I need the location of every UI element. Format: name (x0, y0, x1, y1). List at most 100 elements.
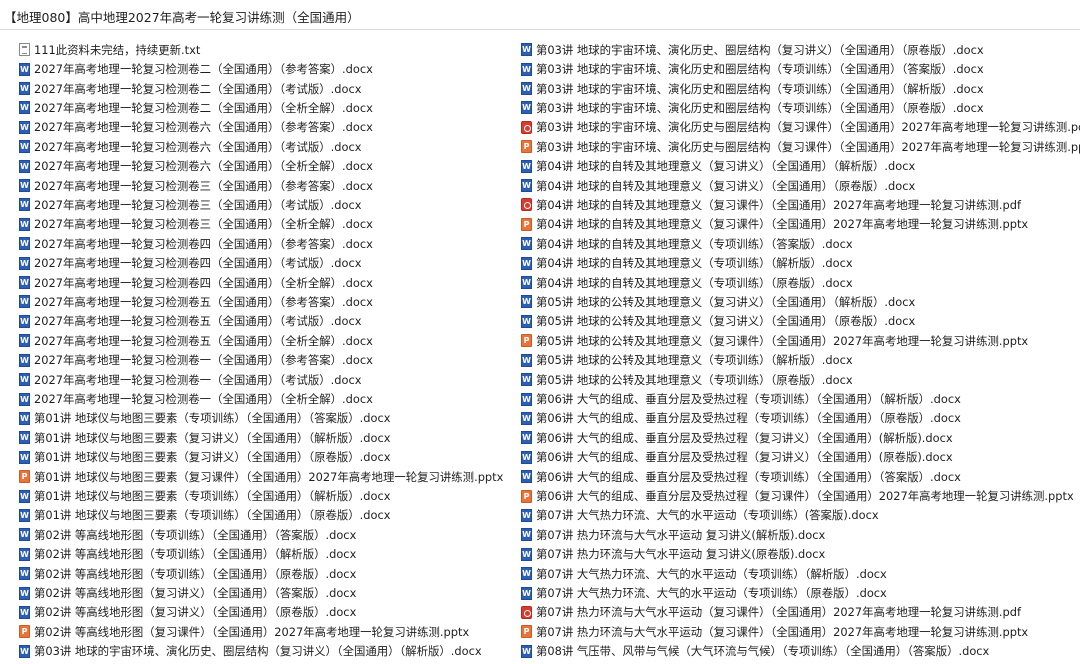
file-item[interactable]: 2027年高考地理一轮复习检测卷三（全国通用）（考试版）.docx (19, 195, 519, 214)
file-item[interactable]: 第04讲 地球的自转及其地理意义（复习讲义）（全国通用）（原卷版）.docx (521, 176, 1080, 195)
file-name: 第06讲 大气的组成、垂直分层及受热过程（复习讲义）（全国通用）(原卷版).do… (536, 450, 953, 465)
file-item[interactable]: 2027年高考地理一轮复习检测卷六（全国通用）（参考答案）.docx (19, 118, 519, 137)
file-item[interactable]: 2027年高考地理一轮复习检测卷一（全国通用）（考试版）.docx (19, 370, 519, 389)
docx-file-icon (19, 431, 30, 445)
file-item[interactable]: 第04讲 地球的自转及其地理意义（复习讲义）（全国通用）（解析版）.docx (521, 156, 1080, 175)
file-item[interactable]: 第06讲 大气的组成、垂直分层及受热过程（专项训练）（全国通用）（解析版）.do… (521, 389, 1080, 408)
file-item[interactable]: 2027年高考地理一轮复习检测卷一（全国通用）（全析全解）.docx (19, 389, 519, 408)
file-item[interactable]: 第07讲 热力环流与大气水平运动（复习课件）（全国通用）2027年高考地理一轮复… (521, 603, 1080, 622)
file-item[interactable]: 2027年高考地理一轮复习检测卷二（全国通用）（全析全解）.docx (19, 98, 519, 117)
file-item[interactable]: 第03讲 地球的宇宙环境、演化历史与圈层结构（复习课件）（全国通用）2027年高… (521, 118, 1080, 137)
file-item[interactable]: 2027年高考地理一轮复习检测卷四（全国通用）（参考答案）.docx (19, 234, 519, 253)
file-item[interactable]: 第05讲 地球的公转及其地理意义（专项训练）（解析版）.docx (521, 351, 1080, 370)
file-item[interactable]: 第03讲 地球的宇宙环境、演化历史和圈层结构（专项训练）（全国通用）（原卷版）.… (521, 98, 1080, 117)
file-item[interactable]: 第08讲 气压带、风带与气候（大气环流与气候）（专项训练）（全国通用）（答案版）… (521, 642, 1080, 661)
file-item[interactable]: 2027年高考地理一轮复习检测卷五（全国通用）（参考答案）.docx (19, 292, 519, 311)
file-item[interactable]: 第01讲 地球仪与地图三要素（专项训练）（全国通用）（解析版）.docx (19, 486, 519, 505)
docx-file-icon (19, 237, 30, 251)
file-name: 第05讲 地球的公转及其地理意义（复习讲义）（全国通用）（原卷版）.docx (536, 314, 916, 329)
file-item[interactable]: 第02讲 等高线地形图（复习讲义）（全国通用）（答案版）.docx (19, 583, 519, 602)
file-item[interactable]: 第03讲 地球的宇宙环境、演化历史和圈层结构（专项训练）（全国通用）（解析版）.… (521, 79, 1080, 98)
docx-file-icon (521, 237, 532, 251)
docx-file-icon (19, 508, 30, 522)
docx-file-icon (19, 605, 30, 619)
pptx-file-icon (19, 625, 30, 639)
file-name: 第06讲 大气的组成、垂直分层及受热过程（复习课件）（全国通用）2027年高考地… (536, 489, 1074, 504)
docx-file-icon (19, 528, 30, 542)
file-item[interactable]: 2027年高考地理一轮复习检测卷三（全国通用）（全析全解）.docx (19, 215, 519, 234)
file-item[interactable]: 第07讲 热力环流与大气水平运动 复习讲义(解析版).docx (521, 525, 1080, 544)
pptx-file-icon (19, 470, 30, 484)
file-item[interactable]: 第05讲 地球的公转及其地理意义（复习课件）（全国通用）2027年高考地理一轮复… (521, 331, 1080, 350)
file-name: 第04讲 地球的自转及其地理意义（复习课件）（全国通用）2027年高考地理一轮复… (536, 217, 1029, 232)
file-item[interactable]: 第03讲 地球的宇宙环境、演化历史和圈层结构（专项训练）（全国通用）（答案版）.… (521, 59, 1080, 78)
file-item[interactable]: 2027年高考地理一轮复习检测卷六（全国通用）（全析全解）.docx (19, 156, 519, 175)
file-item[interactable]: 第07讲 大气热力环流、大气的水平运动（专项训练）(答案版).docx (521, 506, 1080, 525)
file-item[interactable]: 第04讲 地球的自转及其地理意义（专项训练）（解析版）.docx (521, 253, 1080, 272)
file-item[interactable]: 第01讲 地球仪与地图三要素（专项训练）（全国通用）（原卷版）.docx (19, 506, 519, 525)
file-name: 第01讲 地球仪与地图三要素（专项训练）（全国通用）（答案版）.docx (34, 411, 391, 426)
file-name: 第01讲 地球仪与地图三要素（专项训练）（全国通用）（原卷版）.docx (34, 508, 391, 523)
docx-file-icon (19, 411, 30, 425)
file-item[interactable]: 第02讲 等高线地形图（专项训练）（全国通用）（原卷版）.docx (19, 564, 519, 583)
file-item[interactable]: 第07讲 大气热力环流、大气的水平运动（专项训练）（原卷版）.docx (521, 583, 1080, 602)
docx-file-icon (521, 62, 532, 76)
file-item[interactable]: 第02讲 等高线地形图（复习课件）（全国通用）2027年高考地理一轮复习讲练测.… (19, 622, 519, 641)
file-item[interactable]: 第01讲 地球仪与地图三要素（复习讲义）（全国通用）（原卷版）.docx (19, 448, 519, 467)
file-item[interactable]: 第05讲 地球的公转及其地理意义（专项训练）（原卷版）.docx (521, 370, 1080, 389)
file-item[interactable]: 第01讲 地球仪与地图三要素（复习课件）（全国通用）2027年高考地理一轮复习讲… (19, 467, 519, 486)
file-name: 第07讲 热力环流与大气水平运动 复习讲义(解析版).docx (536, 527, 826, 542)
file-item[interactable]: 第03讲 地球的宇宙环境、演化历史与圈层结构（复习课件）（全国通用）2027年高… (521, 137, 1080, 156)
file-name: 第07讲 热力环流与大气水平运动 复习讲义(原卷版).docx (536, 547, 826, 562)
file-name: 第02讲 等高线地形图（专项训练）（全国通用）（原卷版）.docx (34, 566, 357, 581)
file-item[interactable]: 2027年高考地理一轮复习检测卷五（全国通用）（全析全解）.docx (19, 331, 519, 350)
file-item[interactable]: 第06讲 大气的组成、垂直分层及受热过程（复习课件）（全国通用）2027年高考地… (521, 486, 1080, 505)
docx-file-icon (19, 567, 30, 581)
docx-file-icon (521, 392, 532, 406)
file-item[interactable]: 第05讲 地球的公转及其地理意义（复习讲义）（全国通用）（原卷版）.docx (521, 312, 1080, 331)
file-item[interactable]: 第04讲 地球的自转及其地理意义（复习课件）（全国通用）2027年高考地理一轮复… (521, 215, 1080, 234)
file-item[interactable]: 2027年高考地理一轮复习检测卷六（全国通用）（考试版）.docx (19, 137, 519, 156)
file-item[interactable]: 2027年高考地理一轮复习检测卷二（全国通用）（参考答案）.docx (19, 59, 519, 78)
file-item[interactable]: 第03讲 地球的宇宙环境、演化历史、圈层结构（复习讲义）（全国通用）（解析版）.… (19, 642, 519, 661)
file-item[interactable]: 第06讲 大气的组成、垂直分层及受热过程（专项训练）（全国通用）（原卷版）.do… (521, 409, 1080, 428)
file-item[interactable]: 第06讲 大气的组成、垂直分层及受热过程（复习讲义）（全国通用）(解析版).do… (521, 428, 1080, 447)
file-name: 第03讲 地球的宇宙环境、演化历史与圈层结构（复习课件）（全国通用）2027年高… (536, 120, 1080, 135)
file-name: 2027年高考地理一轮复习检测卷二（全国通用）（参考答案）.docx (34, 62, 373, 77)
docx-file-icon (19, 120, 30, 134)
docx-file-icon (19, 276, 30, 290)
file-item[interactable]: 2027年高考地理一轮复习检测卷四（全国通用）（全析全解）.docx (19, 273, 519, 292)
file-item[interactable]: 第05讲 地球的公转及其地理意义（复习讲义）（全国通用）（解析版）.docx (521, 292, 1080, 311)
file-item[interactable]: 第07讲 热力环流与大气水平运动 复习讲义(原卷版).docx (521, 545, 1080, 564)
file-name: 2027年高考地理一轮复习检测卷一（全国通用）（考试版）.docx (34, 372, 362, 387)
file-item[interactable]: 第06讲 大气的组成、垂直分层及受热过程（专项训练）（全国通用）（答案版）.do… (521, 467, 1080, 486)
file-item[interactable]: 第02讲 等高线地形图（专项训练）（全国通用）（解析版）.docx (19, 545, 519, 564)
docx-file-icon (19, 62, 30, 76)
docx-file-icon (19, 334, 30, 348)
file-name: 第03讲 地球的宇宙环境、演化历史和圈层结构（专项训练）（全国通用）（解析版）.… (536, 81, 984, 96)
file-name: 第04讲 地球的自转及其地理意义（专项训练）（解析版）.docx (536, 256, 853, 271)
file-item[interactable]: 2027年高考地理一轮复习检测卷三（全国通用）（参考答案）.docx (19, 176, 519, 195)
file-item[interactable]: 2027年高考地理一轮复习检测卷四（全国通用）（考试版）.docx (19, 253, 519, 272)
file-item[interactable]: 第02讲 等高线地形图（复习讲义）（全国通用）（原卷版）.docx (19, 603, 519, 622)
file-item[interactable]: 第02讲 等高线地形图（专项训练）（全国通用）（答案版）.docx (19, 525, 519, 544)
file-item[interactable]: 第04讲 地球的自转及其地理意义（专项训练）（答案版）.docx (521, 234, 1080, 253)
file-name: 第01讲 地球仪与地图三要素（复习讲义）（全国通用）（解析版）.docx (34, 430, 391, 445)
file-item[interactable]: 111此资料未完结，持续更新.txt (19, 40, 519, 59)
file-name: 第01讲 地球仪与地图三要素（复习课件）（全国通用）2027年高考地理一轮复习讲… (34, 469, 504, 484)
file-item[interactable]: 第07讲 大气热力环流、大气的水平运动（专项训练）（解析版）.docx (521, 564, 1080, 583)
file-item[interactable]: 2027年高考地理一轮复习检测卷一（全国通用）（参考答案）.docx (19, 351, 519, 370)
file-name: 第03讲 地球的宇宙环境、演化历史、圈层结构（复习讲义）（全国通用）（解析版）.… (34, 644, 482, 659)
file-item[interactable]: 第01讲 地球仪与地图三要素（复习讲义）（全国通用）（解析版）.docx (19, 428, 519, 447)
file-item[interactable]: 2027年高考地理一轮复习检测卷五（全国通用）（考试版）.docx (19, 312, 519, 331)
docx-file-icon (521, 353, 532, 367)
file-item[interactable]: 第07讲 热力环流与大气水平运动（复习课件）（全国通用）2027年高考地理一轮复… (521, 622, 1080, 641)
file-item[interactable]: 第04讲 地球的自转及其地理意义（复习课件）（全国通用）2027年高考地理一轮复… (521, 195, 1080, 214)
file-item[interactable]: 第03讲 地球的宇宙环境、演化历史、圈层结构（复习讲义）（全国通用）（原卷版）.… (521, 40, 1080, 59)
file-name: 第02讲 等高线地形图（专项训练）（全国通用）（答案版）.docx (34, 527, 357, 542)
docx-file-icon (19, 101, 30, 115)
file-item[interactable]: 第06讲 大气的组成、垂直分层及受热过程（复习讲义）（全国通用）(原卷版).do… (521, 448, 1080, 467)
file-item[interactable]: 2027年高考地理一轮复习检测卷二（全国通用）（考试版）.docx (19, 79, 519, 98)
file-item[interactable]: 第01讲 地球仪与地图三要素（专项训练）（全国通用）（答案版）.docx (19, 409, 519, 428)
file-item[interactable]: 第04讲 地球的自转及其地理意义（专项训练）（原卷版）.docx (521, 273, 1080, 292)
